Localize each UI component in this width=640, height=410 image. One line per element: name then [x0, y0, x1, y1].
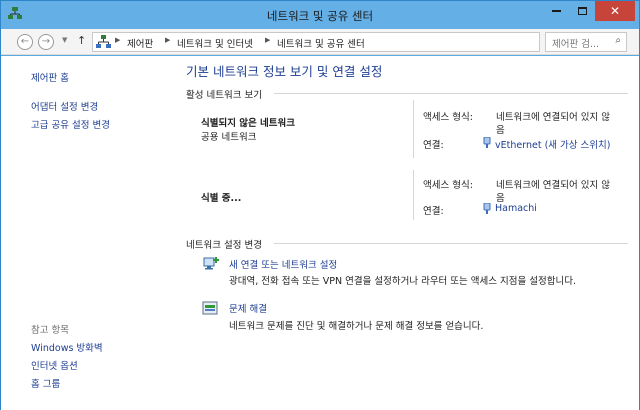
connection-link-vethernet[interactable]: vEthernet (새 가상 스위치) [495, 137, 610, 151]
back-button[interactable]: ← [17, 34, 33, 50]
network-divider [413, 100, 414, 158]
sidebar-internet-options[interactable]: 인터넷 옵션 [31, 358, 78, 372]
page-title: 기본 네트워크 정보 보기 및 연결 설정 [186, 64, 383, 79]
setup-new-connection-link[interactable]: 새 연결 또는 네트워크 설정 [229, 257, 337, 271]
title-bar[interactable]: 네트워크 및 공유 센터 ✕ [1, 1, 639, 29]
navigation-bar: ← → ▼ ↑ ▶ 제어판 ▶ 네트워크 및 인터넷 ▶ 네트워크 및 공유 센… [1, 29, 639, 55]
back-arrow-icon: ← [20, 36, 30, 47]
change-settings-heading: 네트워크 설정 변경 [186, 240, 262, 251]
access-type-label: 액세스 형식: [423, 180, 473, 191]
up-button[interactable]: ↑ [77, 34, 86, 47]
sidebar-homegroup[interactable]: 홈 그룹 [31, 376, 60, 390]
sidebar-change-adapter-settings[interactable]: 어댑터 설정 변경 [31, 99, 98, 113]
breadcrumb-network-and-internet[interactable]: 네트워크 및 인터넷 [177, 36, 253, 50]
sidebar-control-panel-home[interactable]: 제어판 홈 [31, 70, 69, 84]
breadcrumb-separator-icon[interactable]: ▶ [265, 36, 270, 44]
troubleshoot-icon [202, 301, 218, 315]
sidebar-change-advanced-sharing[interactable]: 고급 공유 설정 변경 [31, 117, 110, 131]
connection-label: 연결: [423, 206, 444, 217]
access-type-value: 네트워크에 연결되어 있지 않 [496, 112, 610, 123]
active-networks-heading: 활성 네트워크 보기 [186, 90, 262, 101]
see-also-heading: 참고 항목 [31, 325, 69, 336]
window: 네트워크 및 공유 센터 ✕ ← → ▼ ↑ ▶ 제어판 ▶ 네트워크 및 인터… [0, 0, 640, 410]
network-name: 식별 중... [201, 193, 242, 204]
control-panel-icon [96, 35, 111, 48]
troubleshoot-problems-link[interactable]: 문제 해결 [229, 301, 267, 315]
close-icon: ✕ [609, 4, 621, 18]
troubleshoot-problems-description: 네트워크 문제를 진단 및 해결하거나 문제 해결 정보를 얻습니다. [229, 321, 484, 332]
forward-arrow-icon: → [41, 36, 51, 47]
network-divider [413, 170, 414, 220]
forward-button[interactable]: → [38, 34, 54, 50]
network-adapter-icon [483, 203, 491, 214]
minimize-icon [551, 9, 561, 12]
section-divider [274, 93, 628, 94]
breadcrumb-network-sharing-center[interactable]: 네트워크 및 공유 센터 [277, 36, 365, 50]
content-area: 제어판 홈 어댑터 설정 변경 고급 공유 설정 변경 참고 항목 Window… [1, 56, 639, 410]
maximize-button[interactable] [569, 1, 595, 21]
search-icon[interactable]: ⌕ [615, 35, 621, 46]
section-divider [274, 243, 628, 244]
sidebar-windows-firewall[interactable]: Windows 방화벽 [31, 340, 103, 354]
network-adapter-icon [483, 137, 491, 148]
address-bar[interactable]: ▶ 제어판 ▶ 네트워크 및 인터넷 ▶ 네트워크 및 공유 센터 ▼ ↻ [92, 32, 622, 52]
breadcrumb-separator-icon[interactable]: ▶ [165, 36, 170, 44]
close-button[interactable]: ✕ [595, 1, 635, 21]
recent-locations-button[interactable]: ▼ [62, 36, 67, 44]
access-type-label: 액세스 형식: [423, 112, 473, 123]
search-input[interactable]: 제어판 검... ⌕ [545, 32, 627, 52]
access-type-value-wrap: 음 [496, 193, 505, 204]
network-name: 식별되지 않은 네트워크 [201, 118, 296, 129]
access-type-value-wrap: 음 [496, 125, 505, 136]
connection-label: 연결: [423, 140, 444, 151]
breadcrumb-separator-icon[interactable]: ▶ [115, 36, 120, 44]
setup-new-connection-description: 광대역, 전화 접속 또는 VPN 연결을 설정하거나 라우터 또는 액세스 지… [229, 276, 577, 287]
access-type-value: 네트워크에 연결되어 있지 않 [496, 180, 610, 191]
search-placeholder: 제어판 검... [552, 39, 600, 50]
maximize-icon [577, 6, 587, 15]
connection-link-hamachi[interactable]: Hamachi [495, 203, 537, 214]
up-arrow-icon: ↑ [77, 34, 87, 47]
network-category-link[interactable]: 공용 네트워크 [201, 129, 256, 143]
breadcrumb-control-panel[interactable]: 제어판 [127, 36, 153, 50]
minimize-button[interactable] [543, 1, 569, 21]
new-connection-icon [203, 257, 219, 270]
